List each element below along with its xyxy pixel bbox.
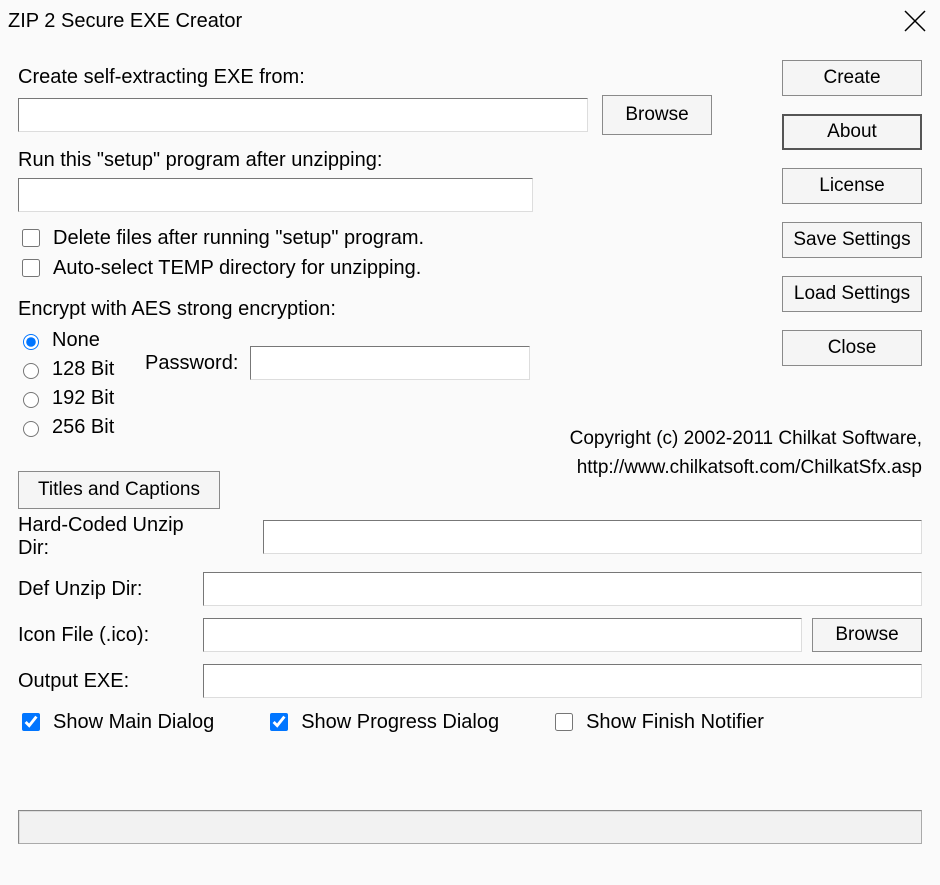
show-progress-label: Show Progress Dialog: [301, 711, 499, 734]
def-unzip-label: Def Unzip Dir:: [18, 578, 193, 601]
source-label: Create self-extracting EXE from:: [18, 66, 738, 89]
encrypt-256-label: 256 Bit: [52, 416, 114, 439]
icon-file-input[interactable]: [203, 618, 802, 652]
auto-temp-checkbox[interactable]: [22, 259, 40, 277]
delete-after-checkbox[interactable]: [22, 229, 40, 247]
show-finish-label: Show Finish Notifier: [586, 711, 764, 734]
show-finish-checkbox[interactable]: [555, 713, 573, 731]
output-exe-label: Output EXE:: [18, 670, 193, 693]
password-label: Password:: [145, 352, 238, 375]
about-button[interactable]: About: [782, 114, 922, 150]
encrypt-128-radio[interactable]: [23, 363, 39, 379]
titles-captions-button[interactable]: Titles and Captions: [18, 471, 220, 509]
encrypt-header: Encrypt with AES strong encryption:: [18, 298, 738, 321]
show-main-label: Show Main Dialog: [53, 711, 214, 734]
copyright-text: Copyright (c) 2002-2011 Chilkat Software…: [522, 424, 922, 483]
encrypt-192-label: 192 Bit: [52, 387, 114, 410]
setup-label: Run this "setup" program after unzipping…: [18, 149, 738, 172]
encrypt-none-radio[interactable]: [23, 334, 39, 350]
hard-coded-label: Hard-Coded Unzip Dir:: [18, 514, 193, 560]
close-icon[interactable]: [902, 8, 928, 34]
browse-source-button[interactable]: Browse: [602, 95, 712, 135]
create-button[interactable]: Create: [782, 60, 922, 96]
encrypt-256-radio[interactable]: [23, 421, 39, 437]
browse-icon-button[interactable]: Browse: [812, 618, 922, 652]
show-progress-checkbox[interactable]: [270, 713, 288, 731]
close-button[interactable]: Close: [782, 330, 922, 366]
def-unzip-dir-input[interactable]: [203, 572, 922, 606]
delete-after-label: Delete files after running "setup" progr…: [53, 227, 424, 250]
copyright-line2: http://www.chilkatsoft.com/ChilkatSfx.as…: [522, 453, 922, 482]
license-button[interactable]: License: [782, 168, 922, 204]
copyright-line1: Copyright (c) 2002-2011 Chilkat Software…: [522, 424, 922, 453]
output-exe-input[interactable]: [203, 664, 922, 698]
window-title: ZIP 2 Secure EXE Creator: [8, 10, 242, 33]
password-input[interactable]: [250, 346, 530, 380]
load-settings-button[interactable]: Load Settings: [782, 276, 922, 312]
source-path-input[interactable]: [18, 98, 588, 132]
setup-program-input[interactable]: [18, 178, 533, 212]
hard-coded-dir-input[interactable]: [263, 520, 922, 554]
encrypt-none-label: None: [52, 329, 100, 352]
status-bar: [18, 810, 922, 844]
show-main-checkbox[interactable]: [22, 713, 40, 731]
icon-file-label: Icon File (.ico):: [18, 624, 193, 647]
save-settings-button[interactable]: Save Settings: [782, 222, 922, 258]
auto-temp-label: Auto-select TEMP directory for unzipping…: [53, 257, 421, 280]
encrypt-128-label: 128 Bit: [52, 358, 114, 381]
encrypt-192-radio[interactable]: [23, 392, 39, 408]
